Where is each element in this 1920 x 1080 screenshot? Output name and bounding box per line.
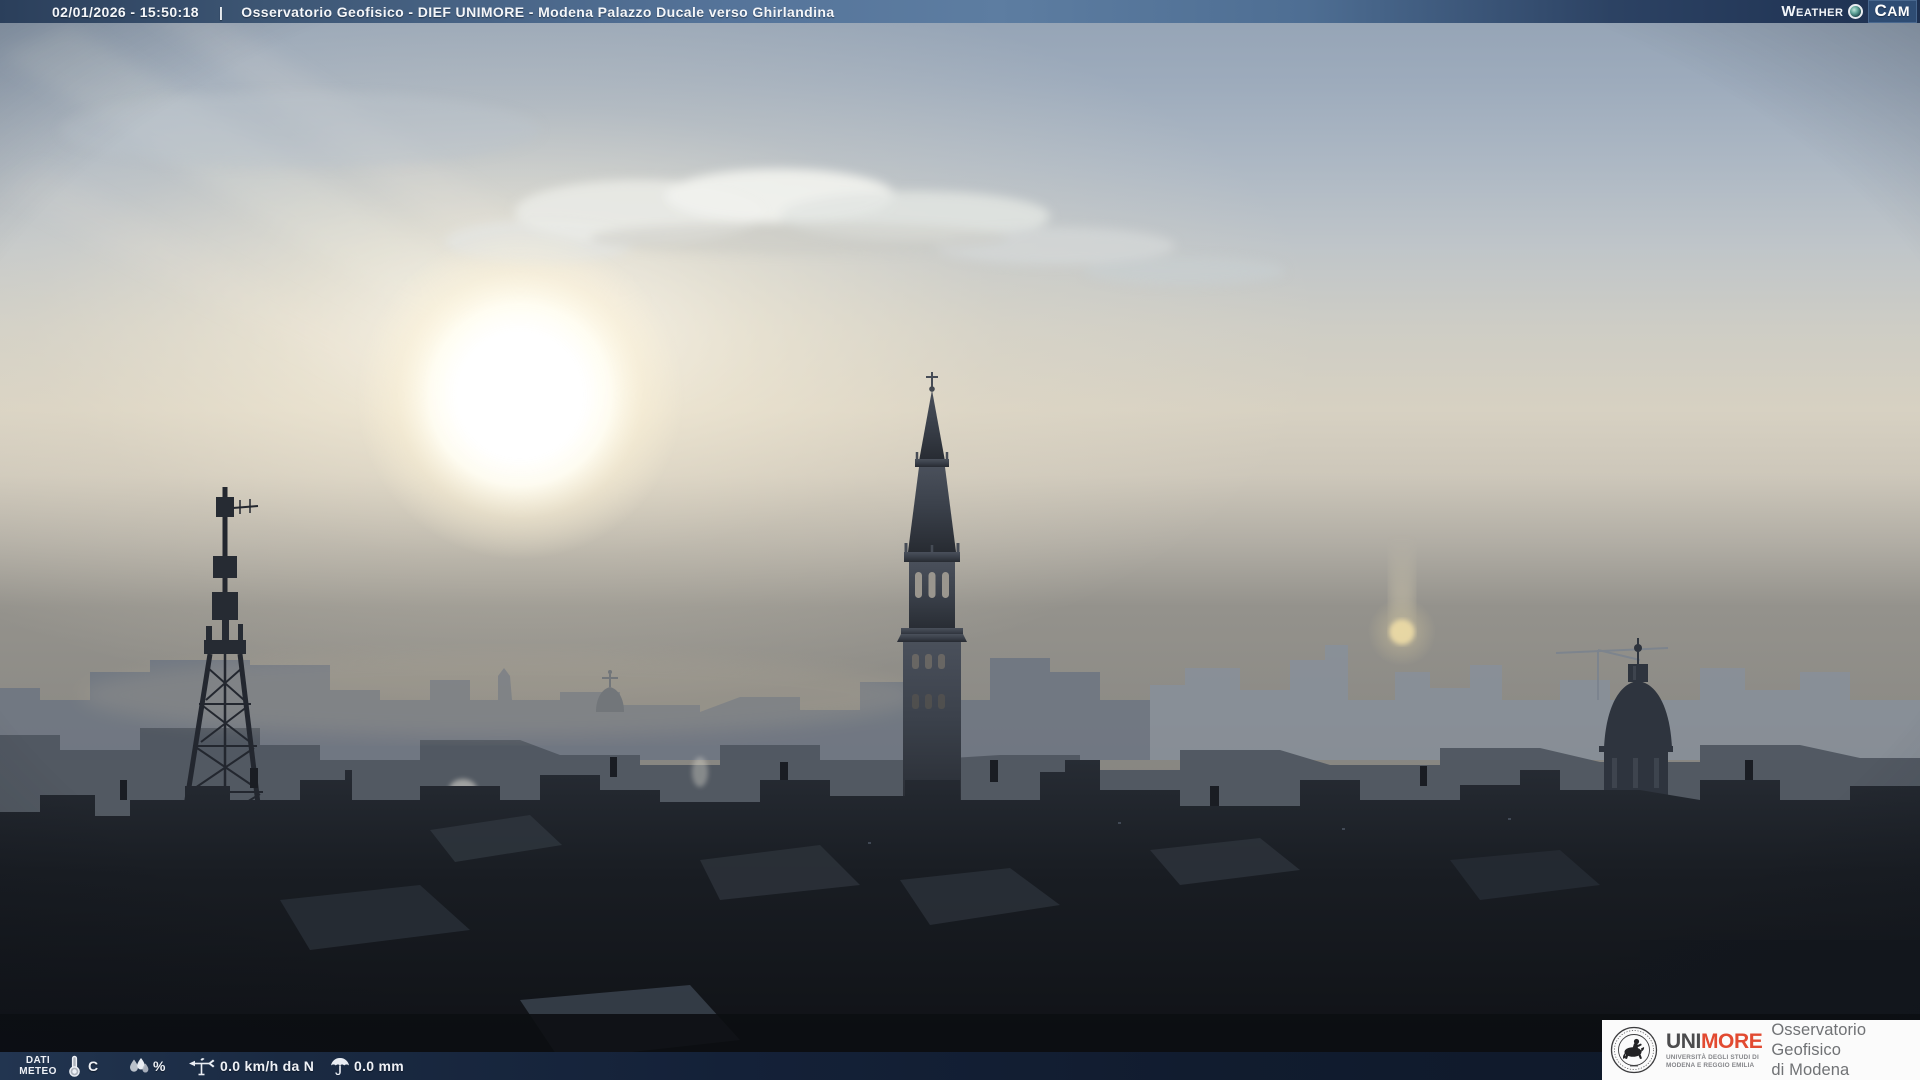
unimore-subtitle-line2: MODENA E REGGIO EMILIA (1666, 1061, 1755, 1069)
vignette (0, 0, 1920, 1080)
observatory-name: Osservatorio Geofisico di Modena (1771, 1020, 1920, 1080)
rain-value: 0.0 mm (354, 1058, 405, 1074)
weathercam-weather-text: WEATHER (1781, 3, 1844, 20)
unimore-wordmark: UNIMORE UNIVERSITÀ DEGLI STUDI DI MODENA… (1666, 1030, 1763, 1069)
unimore-uni-text: UNI (1666, 1030, 1701, 1053)
umbrella-icon (330, 1057, 350, 1075)
weathervane-icon (188, 1056, 216, 1076)
unimore-subtitle-line1: UNIVERSITÀ DEGLI STUDI DI (1666, 1054, 1759, 1061)
webcam-photo (0, 0, 1920, 1080)
humidity-drops-icon (128, 1058, 150, 1075)
webcam-frame: 02/01/2026 - 15:50:18 | Osservatorio Geo… (0, 0, 1920, 1080)
camera-title: Osservatorio Geofisico - DIEF UNIMORE - … (241, 3, 835, 20)
top-info-bar: 02/01/2026 - 15:50:18 | Osservatorio Geo… (0, 0, 1920, 23)
weathercam-cam-text: CAM (1868, 0, 1917, 23)
camera-lens-icon (1848, 4, 1864, 19)
wind-value: 0.0 km/h da N (220, 1058, 315, 1074)
observatory-name-line2: di Modena (1771, 1061, 1850, 1079)
weathercam-logo: WEATHER CAM (1781, 0, 1917, 23)
thermometer-icon (68, 1055, 81, 1077)
dati-label-line1: DATI (25, 1055, 51, 1066)
humidity-unit: % (153, 1058, 166, 1074)
dati-meteo-label: DATI METEO (10, 1055, 66, 1077)
unimore-seal-icon (1610, 1026, 1658, 1074)
temperature-unit: C (88, 1058, 99, 1074)
observatory-name-line1: Osservatorio Geofisico (1771, 1021, 1867, 1059)
timestamp: 02/01/2026 - 15:50:18 (52, 3, 199, 20)
separator: | (218, 3, 224, 20)
dati-label-line2: METEO (19, 1066, 57, 1077)
unimore-logo-box: UNIMORE UNIVERSITÀ DEGLI STUDI DI MODENA… (1602, 1020, 1920, 1080)
unimore-more-text: MORE (1700, 1030, 1763, 1053)
